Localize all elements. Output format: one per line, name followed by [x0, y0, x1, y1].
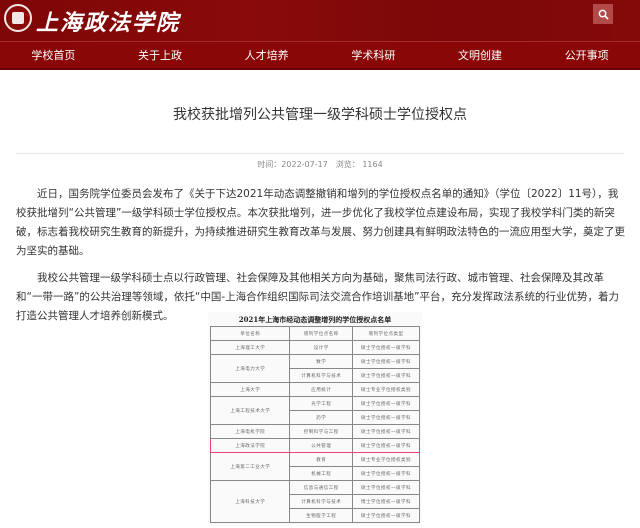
- degree-name-cell: 控制科学与工程: [289, 424, 354, 439]
- view-count: 浏览： 1164: [335, 160, 383, 169]
- degree-name-cell: 计算机科学与技术: [289, 368, 354, 383]
- degree-name-cell: 生物医学工程: [289, 508, 354, 523]
- table-row: 上海科技大学 信息与通信工程 硕士学位授权一级学科: [209, 480, 420, 523]
- unit-cell: 上海政法学院: [209, 438, 291, 453]
- nav-home[interactable]: 学校首页: [0, 42, 107, 68]
- unit-cell: 上海第二工业大学: [209, 452, 291, 481]
- nav-civilization[interactable]: 文明创建: [427, 42, 534, 68]
- header-cell: 单位名称: [209, 326, 291, 341]
- main-nav: 学校首页 关于上政 人才培养 学术科研 文明创建 公开事项: [0, 41, 640, 70]
- unit-cell: 上海工程技术大学: [209, 396, 291, 425]
- header-cell: 增列学位点类型: [352, 326, 420, 341]
- nav-research[interactable]: 学术科研: [320, 42, 427, 68]
- degree-type-cell: 硕士学位授权一级学科: [352, 480, 420, 495]
- search-button[interactable]: [593, 4, 613, 24]
- degree-name-cell: 设计学: [289, 340, 354, 355]
- degree-type-cell: 硕士学位授权一级学科: [352, 508, 420, 523]
- degree-type-cell: 硕士学位授权一级学科: [352, 368, 420, 383]
- publish-time: 时间：2022-07-17: [257, 160, 328, 169]
- degree-type-cell: 硕士学位授权一级学科: [352, 438, 420, 453]
- degree-type-cell: 硕士学位授权一级学科: [352, 466, 420, 481]
- degree-name-cell: 公共管理: [289, 438, 354, 453]
- degree-name-cell: 计算机科学与技术: [289, 494, 354, 509]
- nav-about[interactable]: 关于上政: [107, 42, 214, 68]
- table-row: 上海第二工业大学 教育 硕士专业学位授权类别: [209, 452, 420, 481]
- degree-name-cell: 信息与通信工程: [289, 480, 354, 495]
- degree-type-cell: 硕士学位授权一级学科: [352, 424, 420, 439]
- article-meta: 时间：2022-07-17 浏览： 1164: [0, 159, 640, 170]
- degree-name-cell: 光学工程: [289, 396, 354, 411]
- degree-name-cell: 数学: [289, 354, 354, 369]
- title-divider: [16, 153, 624, 154]
- degree-name-cell: 教育: [289, 452, 354, 467]
- degree-list-image: 2021年上海市经动态调整增列的学位授权点名单 单位名称 增列学位点名称 增列学…: [208, 312, 422, 526]
- table-row: 上海理工大学 设计学 硕士学位授权一级学科: [209, 340, 420, 355]
- degree-type-cell: 硕士专业学位授权类别: [352, 452, 420, 467]
- degree-type-cell: 博士学位授权一级学科: [352, 494, 420, 509]
- degree-name-cell: 应用统计: [289, 382, 354, 397]
- table-row: 上海政法学院 公共管理 硕士学位授权一级学科: [209, 438, 420, 453]
- degree-type-cell: 硕士专业学位授权类别: [352, 382, 420, 397]
- table-row: 上海工程技术大学 光学工程 硕士学位授权一级学科: [209, 396, 420, 425]
- degree-type-cell: 硕士学位授权一级学科: [352, 340, 420, 355]
- nav-education[interactable]: 人才培养: [213, 42, 320, 68]
- unit-cell: 上海理工大学: [209, 340, 291, 355]
- school-name-logo[interactable]: 上海政法学院: [36, 5, 180, 37]
- unit-cell: 上海电力大学: [209, 354, 291, 383]
- unit-cell: 上海电机学院: [209, 424, 291, 439]
- unit-cell: 上海大学: [209, 382, 291, 397]
- degree-table: 单位名称 增列学位点名称 增列学位点类型 上海理工大学 设计学 硕士学位授权一级学科…: [209, 326, 420, 523]
- search-icon: [598, 9, 609, 20]
- header-cell: 增列学位点名称: [289, 326, 354, 341]
- degree-type-cell: 硕士学位授权一级学科: [352, 396, 420, 411]
- table-row: 上海大学 应用统计 硕士专业学位授权类别: [209, 382, 420, 397]
- table-row: 上海电机学院 控制科学与工程 硕士学位授权一级学科: [209, 424, 420, 439]
- school-seal-logo[interactable]: [4, 4, 32, 32]
- unit-cell: 上海科技大学: [209, 480, 291, 523]
- table-row: 上海电力大学 数学 硕士学位授权一级学科: [209, 354, 420, 383]
- figure-title: 2021年上海市经动态调整增列的学位授权点名单: [238, 315, 392, 324]
- paragraph: 近日，国务院学位委员会发布了《关于下达2021年动态调整撤销和增列的学位授权点名…: [16, 188, 625, 257]
- site-header: 上海政法学院: [0, 0, 640, 41]
- degree-name-cell: 机械工程: [289, 466, 354, 481]
- nav-public-affairs[interactable]: 公开事项: [533, 42, 640, 68]
- degree-type-cell: 硕士学位授权一级学科: [352, 354, 420, 369]
- table-header-row: 单位名称 增列学位点名称 增列学位点类型: [209, 326, 420, 341]
- degree-name-cell: 药学: [289, 410, 354, 425]
- article-title: 我校获批增列公共管理一级学科硕士学位授权点: [173, 107, 467, 123]
- degree-type-cell: 硕士学位授权一级学科: [352, 410, 420, 425]
